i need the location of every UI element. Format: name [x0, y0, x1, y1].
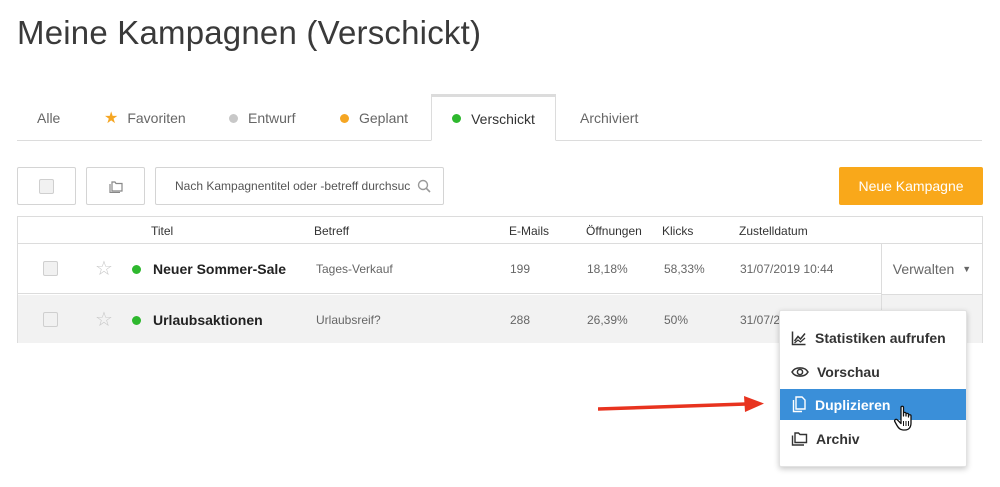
sent-status-dot-icon: [132, 265, 141, 274]
campaign-emails: 199: [510, 262, 531, 276]
campaign-title[interactable]: Urlaubsaktionen: [153, 312, 263, 328]
favorite-star-icon[interactable]: ☆: [95, 307, 113, 332]
campaign-clicks: 58,33%: [664, 262, 705, 276]
tab-label: Entwurf: [248, 110, 296, 126]
column-header-title[interactable]: Titel: [151, 224, 173, 238]
sent-status-dot-icon: [132, 316, 141, 325]
search-input[interactable]: Nach Kampagnentitel oder -betreff durchs…: [155, 167, 444, 205]
column-header-subject[interactable]: Betreff: [314, 224, 349, 238]
tab-favoriten[interactable]: ★ Favoriten: [104, 95, 186, 141]
tab-verschickt[interactable]: Verschickt: [431, 94, 556, 141]
folder-icon: [108, 181, 123, 193]
chart-icon: [791, 331, 806, 345]
select-all-checkbox[interactable]: [39, 178, 54, 194]
campaign-subject: Tages-Verkauf: [316, 262, 393, 276]
tab-label: Geplant: [359, 110, 409, 126]
column-header-emails[interactable]: E-Mails: [509, 224, 549, 238]
campaign-clicks: 50%: [664, 313, 689, 327]
search-icon[interactable]: [417, 179, 431, 193]
menu-item-label: Archiv: [816, 430, 860, 447]
campaign-emails: 288: [510, 313, 531, 327]
caret-down-icon: ▼: [962, 264, 972, 274]
row-checkbox[interactable]: [43, 261, 58, 276]
manage-menu: Statistiken aufrufen Vorschau Dupliziere…: [779, 310, 967, 467]
scheduled-dot-icon: [340, 113, 349, 123]
table-header: Titel Betreff E-Mails Öffnungen Klicks Z…: [18, 217, 982, 244]
favorite-star-icon[interactable]: ☆: [95, 256, 113, 281]
column-header-clicks[interactable]: Klicks: [662, 224, 693, 238]
menu-item-preview[interactable]: Vorschau: [780, 356, 966, 387]
manage-dropdown-button[interactable]: Verwalten ▼: [881, 244, 982, 295]
hand-cursor-icon: [893, 405, 912, 431]
draft-dot-icon: [229, 113, 238, 123]
page-title: Meine Kampagnen (Verschickt): [17, 14, 482, 51]
folder-button[interactable]: [86, 167, 145, 205]
campaign-title[interactable]: Neuer Sommer-Sale: [153, 261, 286, 277]
tab-archiviert[interactable]: Archiviert: [580, 95, 638, 141]
campaign-opens: 18,18%: [587, 262, 628, 276]
column-header-date[interactable]: Zustelldatum: [739, 224, 808, 238]
tab-label: Favoriten: [127, 110, 186, 126]
menu-item-label: Statistiken aufrufen: [815, 329, 946, 346]
tab-label: Archiviert: [580, 110, 639, 126]
tab-label: Alle: [37, 110, 61, 126]
menu-item-duplicate[interactable]: Duplizieren: [780, 389, 966, 420]
search-placeholder: Nach Kampagnentitel oder -betreff durchs…: [175, 179, 411, 193]
campaign-date: 31/07/2019 10:44: [740, 262, 834, 276]
folder-icon: [791, 432, 808, 446]
tab-label: Verschickt: [471, 110, 535, 127]
eye-icon: [791, 366, 809, 377]
menu-item-archive[interactable]: Archiv: [780, 423, 966, 454]
row-checkbox[interactable]: [43, 312, 58, 327]
star-icon: ★: [104, 110, 119, 127]
menu-item-label: Vorschau: [817, 363, 880, 380]
campaign-opens: 26,39%: [587, 313, 628, 327]
table-row[interactable]: ☆ Neuer Sommer-Sale Tages-Verkauf 199 18…: [18, 244, 982, 294]
tab-geplant[interactable]: Geplant: [340, 95, 408, 141]
copy-icon: [792, 396, 806, 413]
manage-label: Verwalten: [892, 261, 955, 277]
new-campaign-button[interactable]: Neue Kampagne: [839, 167, 983, 205]
tab-entwurf[interactable]: Entwurf: [229, 95, 295, 141]
column-header-opens[interactable]: Öffnungen: [586, 224, 642, 238]
status-tabs: Alle ★ Favoriten Entwurf Geplant Verschi…: [17, 94, 982, 141]
tab-alle[interactable]: Alle: [37, 95, 60, 141]
campaign-date: 31/07/2: [740, 313, 781, 327]
red-arrow-icon: [598, 396, 764, 412]
menu-item-statistics[interactable]: Statistiken aufrufen: [780, 322, 966, 353]
select-all-button[interactable]: [17, 167, 76, 205]
sent-dot-icon: [452, 114, 462, 123]
campaign-subject: Urlaubsreif?: [316, 313, 381, 327]
menu-item-label: Duplizieren: [815, 396, 891, 413]
